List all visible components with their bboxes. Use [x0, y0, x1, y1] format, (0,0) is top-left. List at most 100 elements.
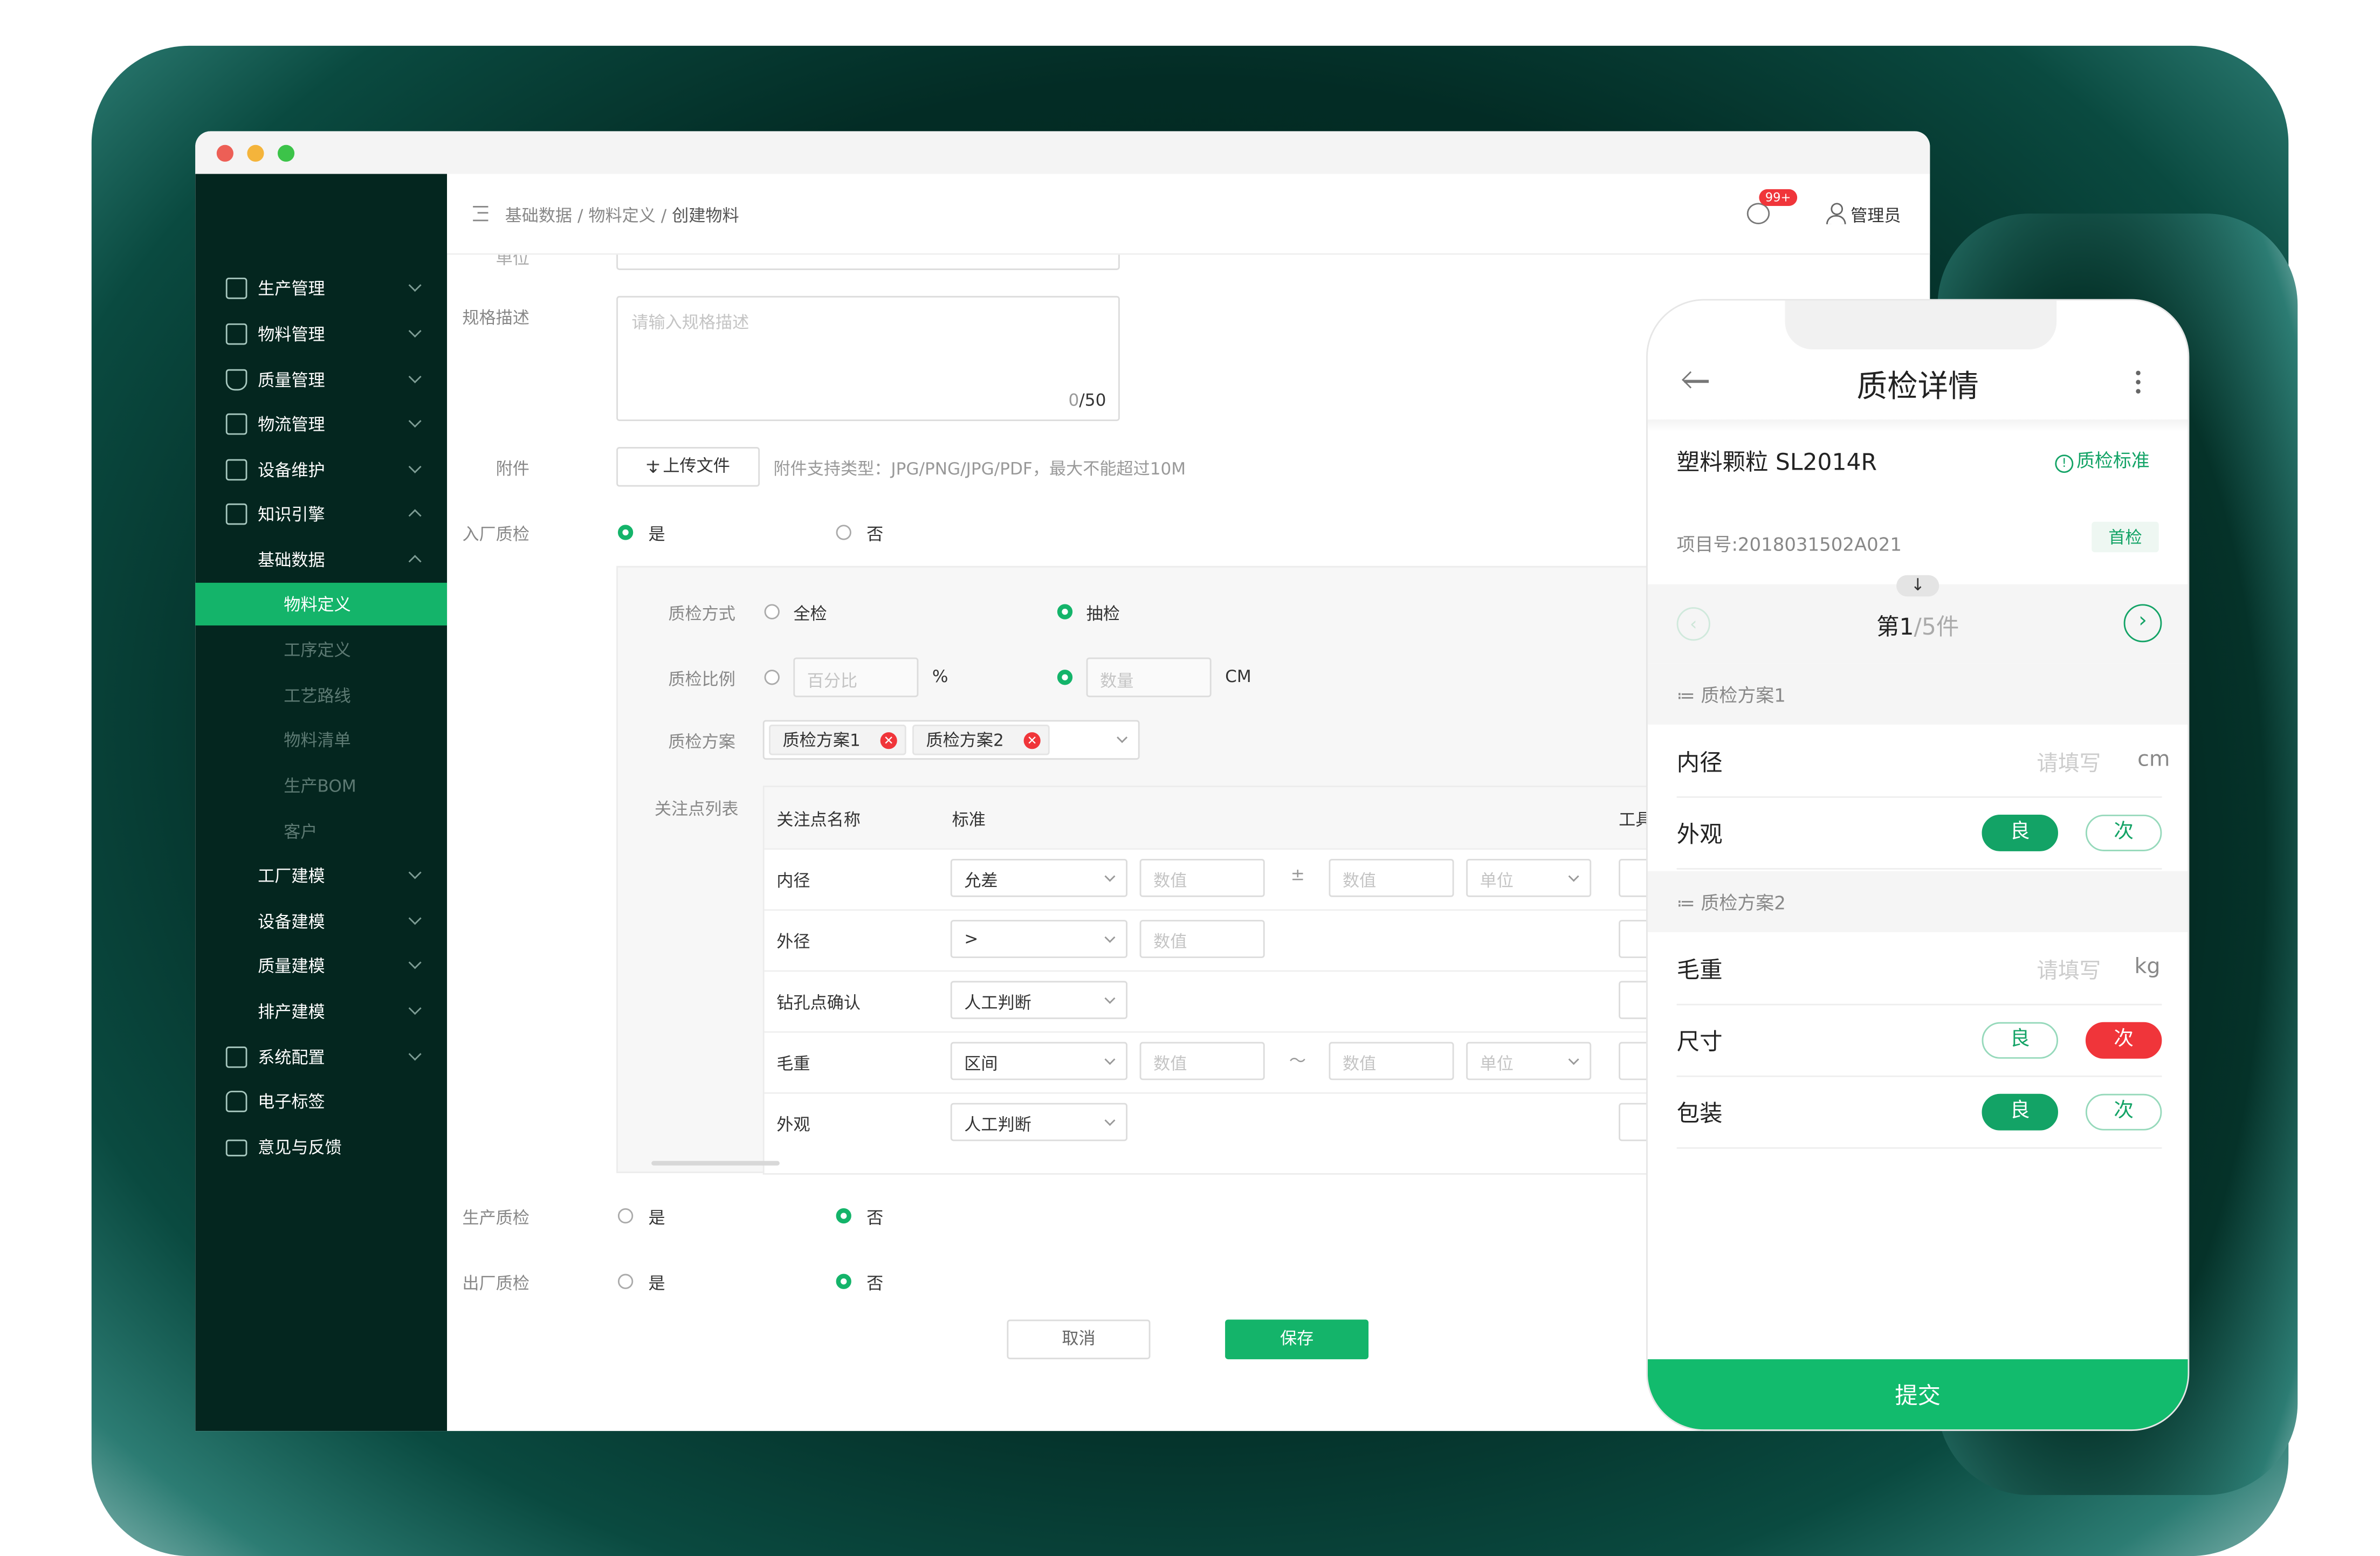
chevron-down-icon [1117, 732, 1128, 743]
qc-plan-label: 质检方案 [668, 732, 735, 752]
good-button[interactable]: 良 [1982, 1093, 2058, 1131]
count-unit: CM [1225, 666, 1251, 687]
standard-select[interactable]: 区间 [950, 1042, 1128, 1080]
outgoing-qc-yes-radio[interactable] [617, 1273, 634, 1289]
bad-button[interactable]: 次 [2085, 1093, 2162, 1131]
chevron-down-icon [1104, 1053, 1116, 1064]
sidebar-item-equipment[interactable]: 设备维护 [195, 449, 447, 491]
mobile-phone: 质检详情 塑料颗粒 SL2014R ! 质检标准 项目号:2018031502A0… [1646, 299, 2190, 1431]
value-input[interactable]: 数值 [1329, 1042, 1454, 1080]
qc-method-all-label: 全检 [793, 604, 827, 624]
plan2-title: ≔ 质检方案2 [1676, 892, 1786, 914]
list-icon: ≔ [1676, 685, 1701, 707]
save-button[interactable]: 保存 [1225, 1319, 1369, 1360]
incoming-qc-yes-radio[interactable] [617, 525, 634, 540]
sidebar-item-production-bom[interactable]: 生产BOM [195, 765, 447, 807]
sidebar-item-process-definition[interactable]: 工序定义 [195, 629, 447, 671]
sidebar-item-production[interactable]: 生产管理 [195, 267, 447, 309]
arrow-down-icon[interactable]: ↓ [1896, 575, 1939, 597]
bad-button[interactable]: 次 [2085, 1022, 2162, 1059]
bad-button[interactable]: 次 [2085, 814, 2162, 851]
incoming-qc-no-radio[interactable] [836, 525, 851, 540]
pager-section: ↓ ‹ 第1/5件 › [1647, 575, 2188, 664]
minimize-window-button[interactable] [247, 144, 264, 162]
sidebar-item-quality[interactable]: 质量管理 [195, 359, 447, 401]
message-icon[interactable] [1746, 203, 1770, 224]
sidebar-item-scheduling-modeling[interactable]: 排产建模 [195, 990, 447, 1032]
qc-method-all-radio[interactable] [764, 604, 780, 619]
qc-method-sample-radio[interactable] [1057, 604, 1073, 619]
unit-label: 单位 [496, 254, 529, 268]
incoming-qc-yes-label: 是 [648, 525, 665, 545]
info-icon: ! [2055, 455, 2074, 473]
truck-icon [225, 413, 247, 435]
sidebar-item-material-list[interactable]: 物料清单 [195, 719, 447, 761]
tag-icon [225, 1091, 247, 1112]
value-input[interactable]: 数值 [1139, 1042, 1265, 1080]
sidebar-item-quality-modeling[interactable]: 质量建模 [195, 944, 447, 987]
good-button[interactable]: 良 [1982, 814, 2058, 851]
sidebar-item-knowledge[interactable]: 知识引擎 [195, 493, 447, 535]
sidebar-item-factory-modeling[interactable]: 工厂建模 [195, 855, 447, 897]
menu-fold-icon[interactable] [473, 205, 489, 222]
sidebar-item-feedback[interactable]: 意见与反馈 [195, 1126, 447, 1168]
sidebar-item-process-route[interactable]: 工艺路线 [195, 674, 447, 717]
cancel-button[interactable]: 取消 [1007, 1319, 1151, 1360]
qc-percent-input[interactable]: 百分比 [793, 657, 919, 698]
sidebar-group-basic-data[interactable]: 基础数据 [195, 539, 447, 581]
value-input[interactable]: 数值 [1329, 859, 1454, 897]
sidebar-item-material[interactable]: 物料管理 [195, 313, 447, 355]
remove-tag-icon[interactable]: ✕ [880, 732, 897, 749]
production-qc-yes-label: 是 [648, 1208, 665, 1228]
standard-select[interactable]: 人工判断 [950, 981, 1128, 1020]
chevron-down-icon [1104, 931, 1116, 942]
plan-tag-1: 质检方案1 ✕ [769, 725, 906, 755]
unit-select[interactable]: 单位 [1466, 1042, 1592, 1080]
qc-ratio-percent-radio[interactable] [764, 670, 780, 685]
production-qc-yes-radio[interactable] [617, 1208, 634, 1224]
good-button[interactable]: 良 [1982, 1022, 2058, 1059]
top-header: 基础数据 / 物料定义 / 创建物料 99+ 管理员 [447, 174, 1930, 255]
sidebar-item-e-label[interactable]: 电子标签 [195, 1080, 447, 1123]
qc-ratio-count-radio[interactable] [1057, 670, 1073, 685]
sidebar-item-material-definition[interactable]: 物料定义 [195, 582, 448, 626]
sidebar-item-logistics[interactable]: 物流管理 [195, 403, 447, 445]
maximize-window-button[interactable] [277, 144, 295, 162]
close-window-button[interactable] [216, 144, 233, 162]
sidebar-item-system-config[interactable]: 系统配置 [195, 1036, 447, 1078]
unit-select[interactable] [616, 254, 1120, 270]
next-page-button[interactable]: › [2123, 604, 2162, 643]
value-input[interactable]: 数值 [1139, 859, 1265, 897]
plan1-section-header: ≔ 质检方案1 [1647, 663, 2188, 725]
sidebar-item-customer[interactable]: 客户 [195, 810, 447, 852]
submit-button[interactable]: 提交 [1647, 1359, 2188, 1430]
upload-button[interactable]: ↓ 上传文件 [616, 447, 760, 487]
qc-standard-link[interactable]: ! 质检标准 [2055, 447, 2150, 473]
outgoing-qc-yes-label: 是 [648, 1273, 665, 1294]
more-icon[interactable] [2136, 370, 2141, 376]
outgoing-qc-no-radio[interactable] [836, 1273, 851, 1289]
production-qc-no-radio[interactable] [836, 1208, 851, 1224]
outgoing-qc-no-label: 否 [866, 1273, 884, 1294]
fill-input[interactable]: 请填写 [2037, 955, 2101, 986]
standard-select[interactable]: 人工判断 [950, 1103, 1128, 1141]
standard-select[interactable]: 允差 [950, 859, 1128, 897]
user-name[interactable]: 管理员 [1851, 203, 1901, 227]
standard-select[interactable]: > [950, 920, 1128, 958]
qc-count-input[interactable]: 数量 [1086, 657, 1212, 698]
notification-badge: 99+ [1759, 189, 1797, 206]
spec-textarea[interactable]: 请输入规格描述 0/50 [616, 295, 1120, 421]
value-input[interactable]: 数值 [1139, 920, 1265, 958]
chevron-down-icon [1568, 1053, 1579, 1064]
user-icon[interactable] [1826, 203, 1846, 224]
spec-placeholder: 请输入规格描述 [631, 313, 749, 333]
fill-input[interactable]: 请填写 [2037, 747, 2101, 778]
product-name: 塑料颗粒 SL2014R [1676, 448, 1877, 476]
sidebar-item-equipment-modeling[interactable]: 设备建模 [195, 900, 447, 942]
horizontal-scrollbar[interactable] [651, 1161, 780, 1166]
spec-label: 规格描述 [462, 308, 529, 328]
unit-select[interactable]: 单位 [1466, 859, 1592, 897]
sidebar: 生产管理 物料管理 质量管理 物流管理 设备维护 知识引擎 基础数据 物料定义 … [195, 174, 448, 1431]
qc-plan-select[interactable]: 质检方案1 ✕ 质检方案2 ✕ [762, 720, 1140, 760]
remove-tag-icon[interactable]: ✕ [1023, 732, 1041, 749]
